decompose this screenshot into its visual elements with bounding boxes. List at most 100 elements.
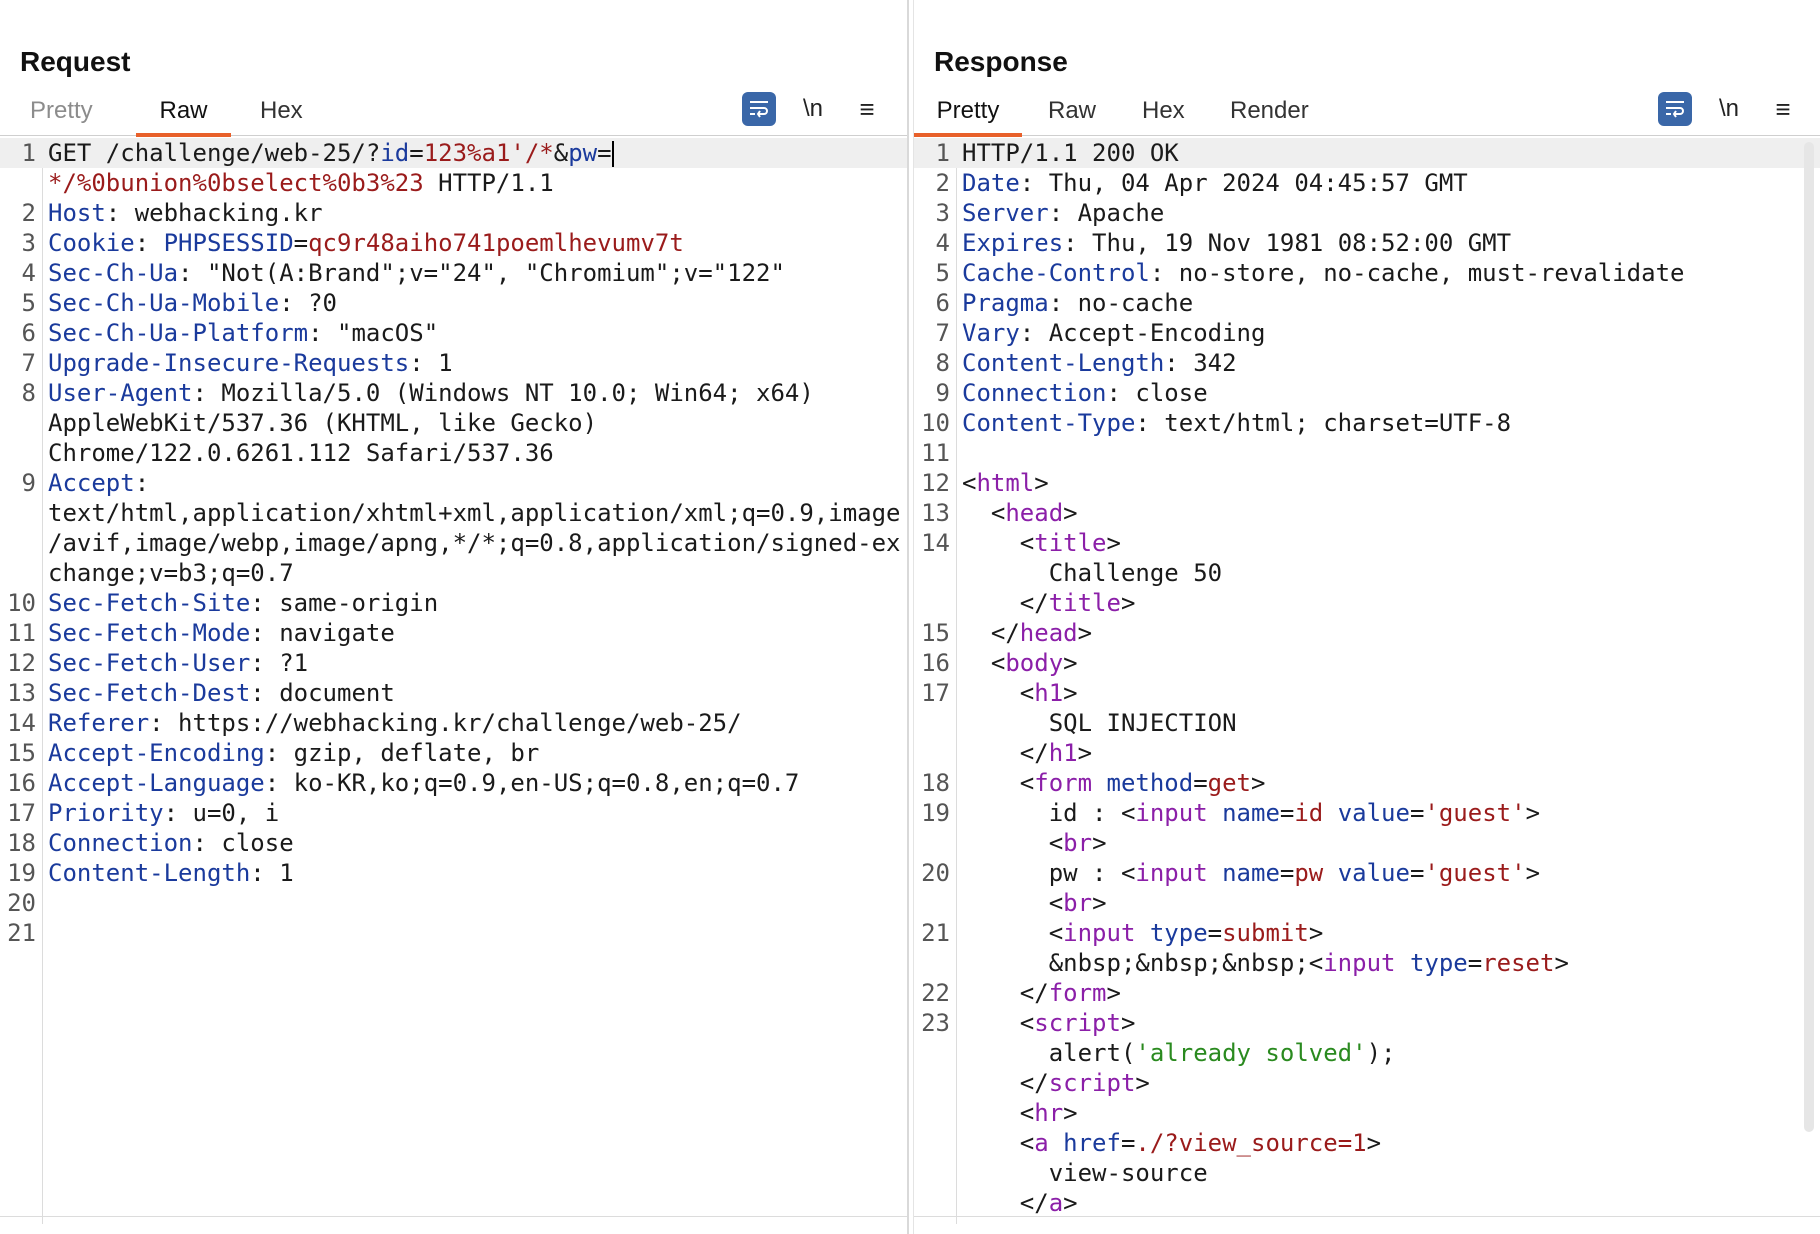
- line-number: 1: [935, 139, 950, 167]
- code-line: 14 <title>: [914, 528, 1820, 558]
- response-code[interactable]: 1 HTTP/1.1 200 OK 2 Date: Thu, 04 Apr 2024 …: [914, 138, 1820, 1218]
- token: <: [962, 1129, 1035, 1157]
- token: : "Not(A:Brand";v="24", "Chromium";v="12…: [178, 259, 785, 287]
- response-menu-icon[interactable]: ≡: [1766, 92, 1800, 126]
- token: >: [1135, 1069, 1150, 1097]
- code-line: 11 Sec-Fetch-Mode: navigate: [0, 618, 907, 648]
- token: <: [962, 1099, 1035, 1127]
- line-number: 8: [935, 349, 950, 377]
- token: id : <: [962, 799, 1136, 827]
- response-editor[interactable]: 1 HTTP/1.1 200 OK 2 Date: Thu, 04 Apr 2024 …: [914, 138, 1820, 1224]
- show-newlines-button[interactable]: \n: [796, 92, 830, 126]
- line-text: <html>: [962, 468, 1049, 498]
- word-wrap-icon[interactable]: [742, 92, 776, 126]
- token: Referer: [48, 709, 150, 737]
- token: Upgrade-Insecure-Requests: [48, 349, 410, 377]
- token: form: [1048, 979, 1107, 1007]
- token: Server: [962, 199, 1049, 227]
- token: : u=0, i: [163, 799, 280, 827]
- line-text: Sec-Fetch-User: ?1: [48, 648, 308, 678]
- request-menu-icon[interactable]: ≡: [850, 92, 884, 126]
- code-line: 1 HTTP/1.1 200 OK: [914, 138, 1820, 168]
- line-number: 17: [7, 799, 36, 827]
- token: : "macOS": [308, 319, 439, 347]
- token: User-Agent: [48, 379, 193, 407]
- line-text: <h1>: [962, 678, 1078, 708]
- token: /avif,image/webp,image/apng,*/*;q=0.8,ap…: [48, 529, 901, 557]
- line-text: id : <input name=id value='guest'>: [962, 798, 1540, 828]
- token: Content-Length: [962, 349, 1165, 377]
- token: <: [962, 1009, 1035, 1037]
- code-line: /avif,image/webp,image/apng,*/*;q=0.8,ap…: [0, 528, 907, 558]
- show-newlines-button[interactable]: \n: [1712, 92, 1746, 126]
- tab-request-hex[interactable]: Hex: [242, 96, 321, 136]
- line-text: alert('already solved');: [962, 1038, 1396, 1068]
- code-line: 15 Accept-Encoding: gzip, deflate, br: [0, 738, 907, 768]
- code-line: 17 Priority: u=0, i: [0, 798, 907, 828]
- token: </: [962, 589, 1049, 617]
- response-vscroll[interactable]: [1804, 142, 1814, 1132]
- tab-request-pretty[interactable]: Pretty: [12, 96, 111, 136]
- token: qc9r48aiho741poemlhevumv7t: [308, 229, 684, 257]
- tab-response-render[interactable]: Render: [1212, 96, 1327, 136]
- token: Connection: [48, 829, 193, 857]
- token: : no-cache: [1048, 289, 1194, 317]
- token: >: [1063, 649, 1078, 677]
- token: =: [597, 139, 612, 167]
- token: 'already solved': [1135, 1039, 1367, 1067]
- code-line: */%0bunion%0bselect%0b3%23 HTTP/1.1: [0, 168, 907, 198]
- request-hscroll[interactable]: [0, 1216, 907, 1224]
- code-line: 22 </form>: [914, 978, 1820, 1008]
- token: Sec-Fetch-User: [48, 649, 251, 677]
- token: >: [1034, 469, 1049, 497]
- code-line: &nbsp;&nbsp;&nbsp;<input type=reset>: [914, 948, 1820, 978]
- line-text: <body>: [962, 648, 1078, 678]
- word-wrap-icon[interactable]: [1658, 92, 1692, 126]
- token: h1: [1034, 679, 1064, 707]
- token: <: [962, 889, 1064, 917]
- code-line: text/html,application/xhtml+xml,applicat…: [0, 498, 907, 528]
- token: br: [1063, 829, 1093, 857]
- code-line: 12 <html>: [914, 468, 1820, 498]
- line-text: User-Agent: Mozilla/5.0 (Windows NT 10.0…: [48, 378, 814, 408]
- line-number: 5: [935, 259, 950, 287]
- line-number: 6: [21, 319, 36, 347]
- response-hscroll[interactable]: [914, 1216, 1820, 1224]
- tab-request-raw[interactable]: Raw: [136, 96, 231, 137]
- tab-response-hex[interactable]: Hex: [1124, 96, 1203, 136]
- code-line: 21: [0, 918, 907, 948]
- token: pw: [1294, 859, 1324, 887]
- token: method: [1106, 769, 1194, 797]
- token: value: [1337, 799, 1410, 827]
- token: </: [962, 619, 1020, 647]
- code-line: <a href=./?view_source=1>: [914, 1128, 1820, 1158]
- token: =: [409, 139, 424, 167]
- request-editor[interactable]: 1 GET /challenge/web-25/?id=123%a1'/*&pw=…: [0, 138, 907, 1224]
- request-code[interactable]: 1 GET /challenge/web-25/?id=123%a1'/*&pw=…: [0, 138, 907, 948]
- line-number: 15: [921, 619, 950, 647]
- line-number: 13: [921, 499, 950, 527]
- tab-response-raw[interactable]: Raw: [1030, 96, 1114, 136]
- line-number: 7: [935, 319, 950, 347]
- token: hr: [1034, 1099, 1064, 1127]
- code-line: view-source: [914, 1158, 1820, 1188]
- token: <: [962, 769, 1035, 797]
- tab-response-pretty[interactable]: Pretty: [914, 96, 1022, 137]
- line-number: 21: [7, 919, 36, 947]
- token: : Mozilla/5.0 (Windows NT 10.0; Win64; x…: [192, 379, 814, 407]
- line-number: 12: [921, 469, 950, 497]
- code-line: 23 <script>: [914, 1008, 1820, 1038]
- token: Expires: [962, 229, 1064, 257]
- response-pane: Response Pretty Raw Hex Render \n ≡ 1 HTT…: [914, 0, 1820, 1234]
- token: HTTP/1.1: [423, 169, 554, 197]
- code-line: change;v=b3;q=0.7: [0, 558, 907, 588]
- token: Sec-Fetch-Site: [48, 589, 251, 617]
- token: Accept-Language: [48, 769, 265, 797]
- line-number: 23: [921, 1009, 950, 1037]
- code-line: 4 Sec-Ch-Ua: "Not(A:Brand";v="24", "Chrom…: [0, 258, 907, 288]
- pane-splitter[interactable]: [907, 0, 914, 1234]
- code-line: 19 Content-Length: 1: [0, 858, 907, 888]
- token: >: [1077, 739, 1093, 767]
- token: : 1: [250, 859, 294, 887]
